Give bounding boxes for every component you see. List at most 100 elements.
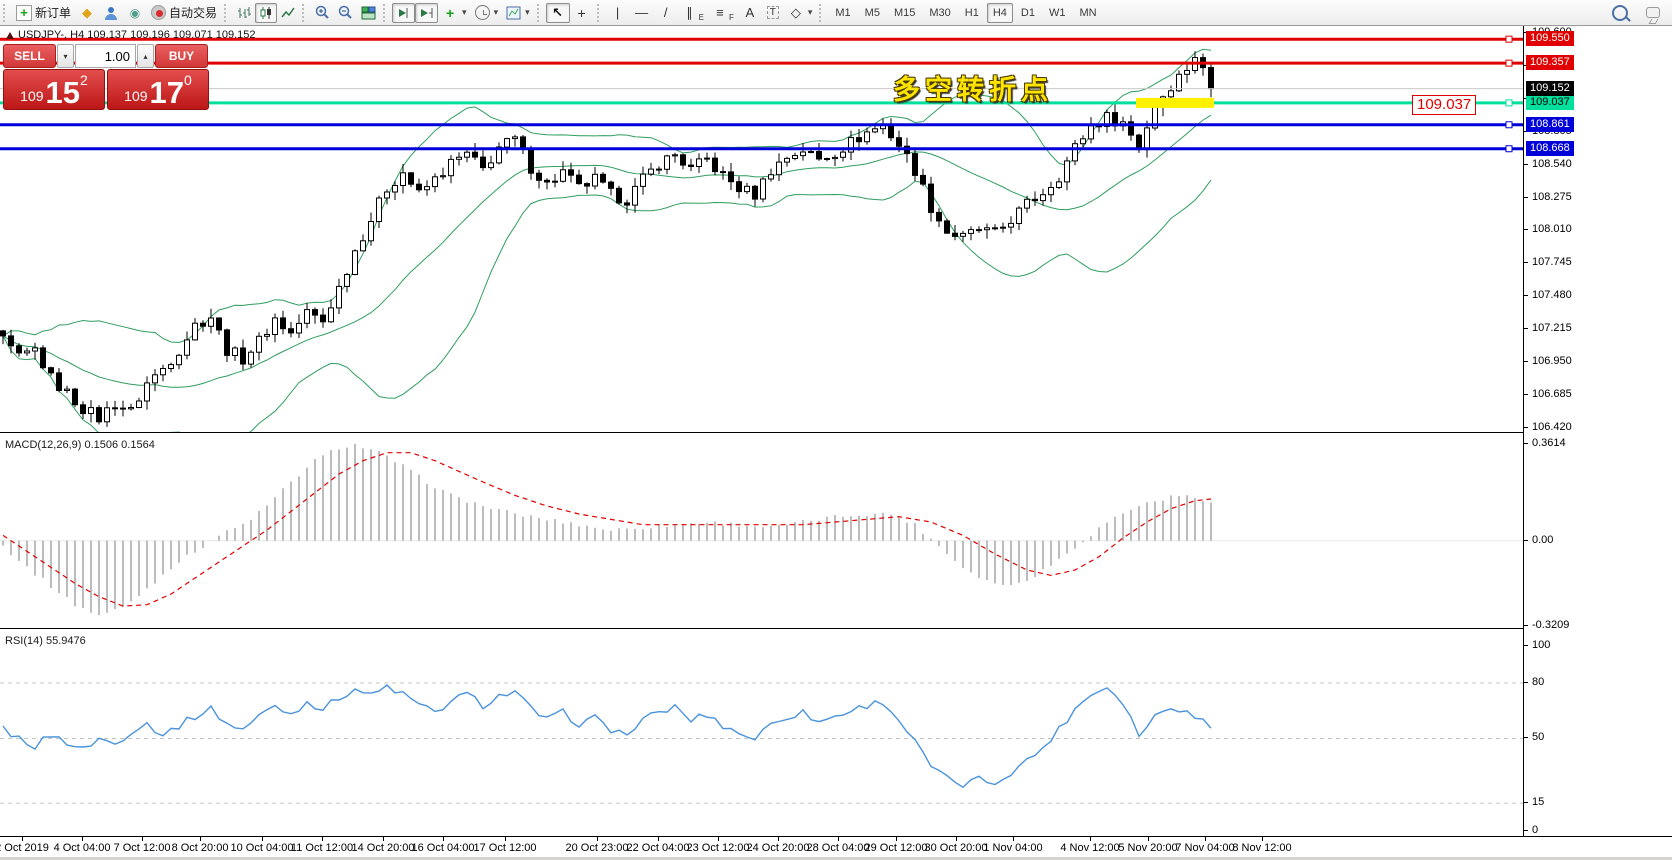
price-chart[interactable] (0, 26, 1523, 432)
timeframe-button[interactable]: M30 (923, 3, 956, 23)
time-tick (658, 837, 659, 841)
line-chart-button[interactable] (277, 3, 299, 23)
price-tick-label: 108.010 (1532, 222, 1572, 237)
autotrading-label: 自动交易 (169, 4, 217, 21)
price-tick-label: 108.275 (1532, 190, 1572, 205)
new-order-button[interactable]: + 新订单 (12, 3, 75, 23)
fibonacci-button[interactable]: ≡ F (708, 3, 738, 23)
person-icon (103, 5, 119, 21)
text-button[interactable]: A (738, 3, 762, 23)
candlestick-button[interactable] (255, 3, 277, 23)
volume-decrease-button[interactable]: ▾ (57, 44, 74, 68)
arrows-icon: ◇ (788, 5, 804, 21)
horizontal-line-icon: — (634, 5, 650, 21)
price-line-badge: 108.861 (1526, 117, 1574, 132)
time-axis-label: 14 Oct 20:00 (352, 842, 415, 854)
timeframe-button[interactable]: M5 (859, 3, 886, 23)
chat-button[interactable] (1642, 3, 1664, 23)
signals-button[interactable]: ◉ (123, 3, 147, 23)
timeframe-button[interactable]: H4 (987, 3, 1013, 23)
price-line-badge: 109.357 (1526, 55, 1574, 70)
symbol-marker-icon (6, 32, 14, 39)
timeframe-button[interactable]: H1 (959, 3, 985, 23)
time-scale[interactable]: 2 Oct 20194 Oct 04:007 Oct 12:008 Oct 20… (0, 836, 1672, 858)
buy-price-tile[interactable]: 109 17 0 (107, 69, 209, 110)
time-tick (778, 837, 779, 841)
template-icon (506, 6, 521, 20)
timeframe-button[interactable]: D1 (1015, 3, 1041, 23)
zoom-out-button[interactable] (334, 3, 357, 23)
fibonacci-sub-label: F (729, 13, 734, 22)
current-price-badge: 109.152 (1526, 81, 1574, 96)
chevron-down-icon: ▾ (494, 7, 499, 18)
auto-scroll-icon (396, 6, 411, 20)
auto-scroll-button[interactable] (392, 3, 415, 23)
time-axis-label: 1 Nov 04:00 (983, 842, 1042, 854)
time-axis-label: 30 Oct 20:00 (925, 842, 988, 854)
zoom-in-button[interactable] (311, 3, 334, 23)
sell-price-tile[interactable]: 109 15 2 (3, 69, 105, 110)
market-watch-icon: ◆ (79, 5, 95, 21)
price-line-badge: 109.037 (1526, 95, 1574, 110)
horizontal-line-button[interactable]: — (630, 3, 654, 23)
buy-button[interactable]: BUY (155, 44, 208, 68)
community-button[interactable] (99, 3, 123, 23)
timeframe-button[interactable]: MN (1073, 3, 1102, 23)
time-axis-label: 22 Oct 04:00 (627, 842, 690, 854)
trendline-button[interactable]: / (654, 3, 678, 23)
volume-increase-button[interactable]: ▴ (137, 44, 154, 68)
indicators-button[interactable]: + ▾ (438, 3, 471, 23)
crosshair-button[interactable]: + (570, 3, 594, 23)
new-order-label: 新订单 (35, 4, 71, 21)
bar-chart-button[interactable] (233, 3, 255, 23)
time-tick (718, 837, 719, 841)
time-axis-label: 4 Nov 12:00 (1060, 842, 1119, 854)
templates-button[interactable]: ▾ (502, 3, 534, 23)
timeframe-button[interactable]: M15 (888, 3, 921, 23)
market-watch-button[interactable]: ◆ (75, 3, 99, 23)
time-axis-label: 24 Oct 20:00 (747, 842, 810, 854)
toolbar-grip (383, 4, 388, 22)
macd-panel[interactable] (0, 435, 1523, 628)
arrows-button[interactable]: ◇ ▾ (784, 3, 817, 23)
time-tick (1148, 837, 1149, 841)
label-button[interactable]: T (762, 3, 784, 23)
price-tick-label: 108.540 (1532, 157, 1572, 172)
autotrading-button[interactable]: 自动交易 (147, 3, 221, 23)
crosshair-icon: + (574, 5, 590, 21)
macd-scale-label: -0.3209 (1532, 618, 1569, 633)
tile-windows-button[interactable] (357, 3, 380, 23)
trendline-icon: / (658, 5, 674, 21)
price-scale[interactable]: 109.600109.335109.070108.805108.540108.2… (1523, 26, 1672, 837)
time-tick (22, 837, 23, 841)
search-button[interactable] (1608, 3, 1632, 23)
rsi-panel[interactable] (0, 631, 1523, 836)
price-tick-label: 106.685 (1532, 387, 1572, 402)
sell-button[interactable]: SELL (3, 44, 56, 68)
chat-icon (1646, 7, 1660, 18)
time-axis-label: 8 Oct 20:00 (172, 842, 229, 854)
sell-price-big: 15 (46, 79, 80, 107)
volume-input[interactable] (75, 44, 136, 68)
macd-scale-label: 0.00 (1532, 533, 1553, 548)
time-tick (838, 837, 839, 841)
cursor-icon: ↖ (550, 5, 566, 21)
chart-shift-icon (419, 6, 434, 20)
periods-button[interactable]: ▾ (471, 3, 503, 23)
vertical-line-button[interactable]: | (606, 3, 630, 23)
time-axis-label: 29 Oct 12:00 (865, 842, 928, 854)
bar-chart-icon (237, 6, 251, 20)
price-line-badge: 109.550 (1526, 31, 1574, 46)
time-tick (1090, 837, 1091, 841)
timeframe-button[interactable]: M1 (829, 3, 856, 23)
time-axis-label: 7 Oct 12:00 (114, 842, 171, 854)
channel-button[interactable]: ∥ E (678, 3, 708, 23)
cursor-button[interactable]: ↖ (546, 3, 570, 23)
toolbar-grip (302, 4, 307, 22)
toolbar-grip (597, 4, 602, 22)
chart-shift-button[interactable] (415, 3, 438, 23)
add-indicator-icon: + (442, 5, 458, 21)
chart-annotation: 多空转折点 (893, 68, 1053, 107)
timeframe-button[interactable]: W1 (1043, 3, 1072, 23)
time-tick (383, 837, 384, 841)
